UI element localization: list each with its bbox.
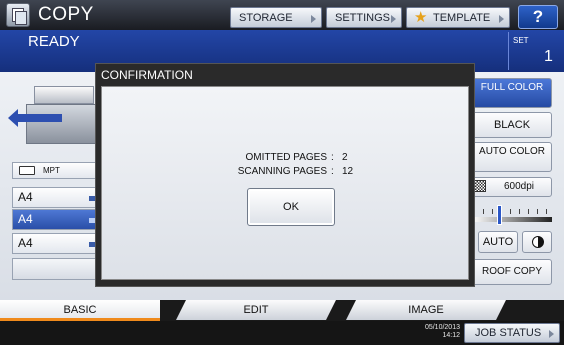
tray-mpt[interactable]: MPT <box>12 162 100 179</box>
job-status-button[interactable]: JOB STATUS <box>464 323 560 343</box>
set-divider <box>508 32 509 70</box>
tray-size: A4 <box>18 236 33 250</box>
chevron-right-icon <box>311 15 316 23</box>
settings-button[interactable]: SETTINGS <box>326 7 402 28</box>
app-title: COPY <box>38 4 94 25</box>
tray-item-selected[interactable]: A4 <box>12 209 100 230</box>
auto-density-button[interactable]: AUTO <box>478 231 518 253</box>
dialog-title: CONFIRMATION <box>101 68 193 82</box>
tray-size: A4 <box>18 212 33 226</box>
scanning-pages-label: SCANNING PAGES <box>237 166 327 177</box>
mpt-tray-icon <box>19 166 35 175</box>
chevron-right-icon <box>499 15 504 23</box>
template-label: TEMPLATE <box>433 11 491 24</box>
half-circle-icon <box>532 236 544 248</box>
template-button[interactable]: ★ TEMPLATE <box>406 7 510 28</box>
date-time: 05/10/2013 14:12 <box>396 324 460 340</box>
full-color-button[interactable]: FULL COLOR <box>472 78 552 108</box>
tab-edit[interactable]: EDIT <box>176 300 336 320</box>
density-slider-handle[interactable] <box>497 205 502 225</box>
tab-image[interactable]: IMAGE <box>346 300 506 320</box>
tray-item[interactable]: A4 <box>12 187 100 208</box>
scanning-separator: : <box>331 166 334 177</box>
set-label: SET <box>513 36 529 45</box>
help-button[interactable]: ? <box>518 5 558 29</box>
tray-item[interactable]: A4 <box>12 233 100 254</box>
tray-empty-slot[interactable] <box>12 258 100 280</box>
copy-app-icon <box>6 3 30 27</box>
dialog-body <box>101 86 469 280</box>
star-icon: ★ <box>414 9 428 26</box>
time-text: 14:12 <box>442 332 460 339</box>
storage-label: STORAGE <box>239 11 293 24</box>
omitted-pages-value: 2 <box>342 152 348 163</box>
tab-basic[interactable]: BASIC <box>0 300 160 320</box>
mpt-label: MPT <box>43 166 60 175</box>
proof-copy-button[interactable]: ROOF COPY <box>472 259 552 285</box>
job-status-label: JOB STATUS <box>475 327 542 339</box>
dpi-pattern-icon <box>474 180 486 192</box>
black-button[interactable]: BLACK <box>472 112 552 138</box>
density-darker-button[interactable] <box>522 231 552 253</box>
chevron-right-icon <box>549 330 554 338</box>
copier-icon <box>8 82 98 148</box>
scanning-pages-value: 12 <box>342 166 354 177</box>
omitted-separator: : <box>331 152 334 163</box>
tray-size: A4 <box>18 190 33 204</box>
storage-button[interactable]: STORAGE <box>230 7 322 28</box>
chevron-right-icon <box>391 15 396 23</box>
auto-color-button[interactable]: AUTO COLOR <box>472 142 552 172</box>
ok-button[interactable]: OK <box>247 188 335 226</box>
status-message: READY <box>28 33 80 50</box>
density-slider[interactable] <box>472 207 552 227</box>
settings-label: SETTINGS <box>335 11 391 24</box>
date-text: 05/10/2013 <box>424 324 460 331</box>
set-count: 1 <box>544 48 553 65</box>
omitted-pages-label: OMITTED PAGES <box>245 152 328 163</box>
